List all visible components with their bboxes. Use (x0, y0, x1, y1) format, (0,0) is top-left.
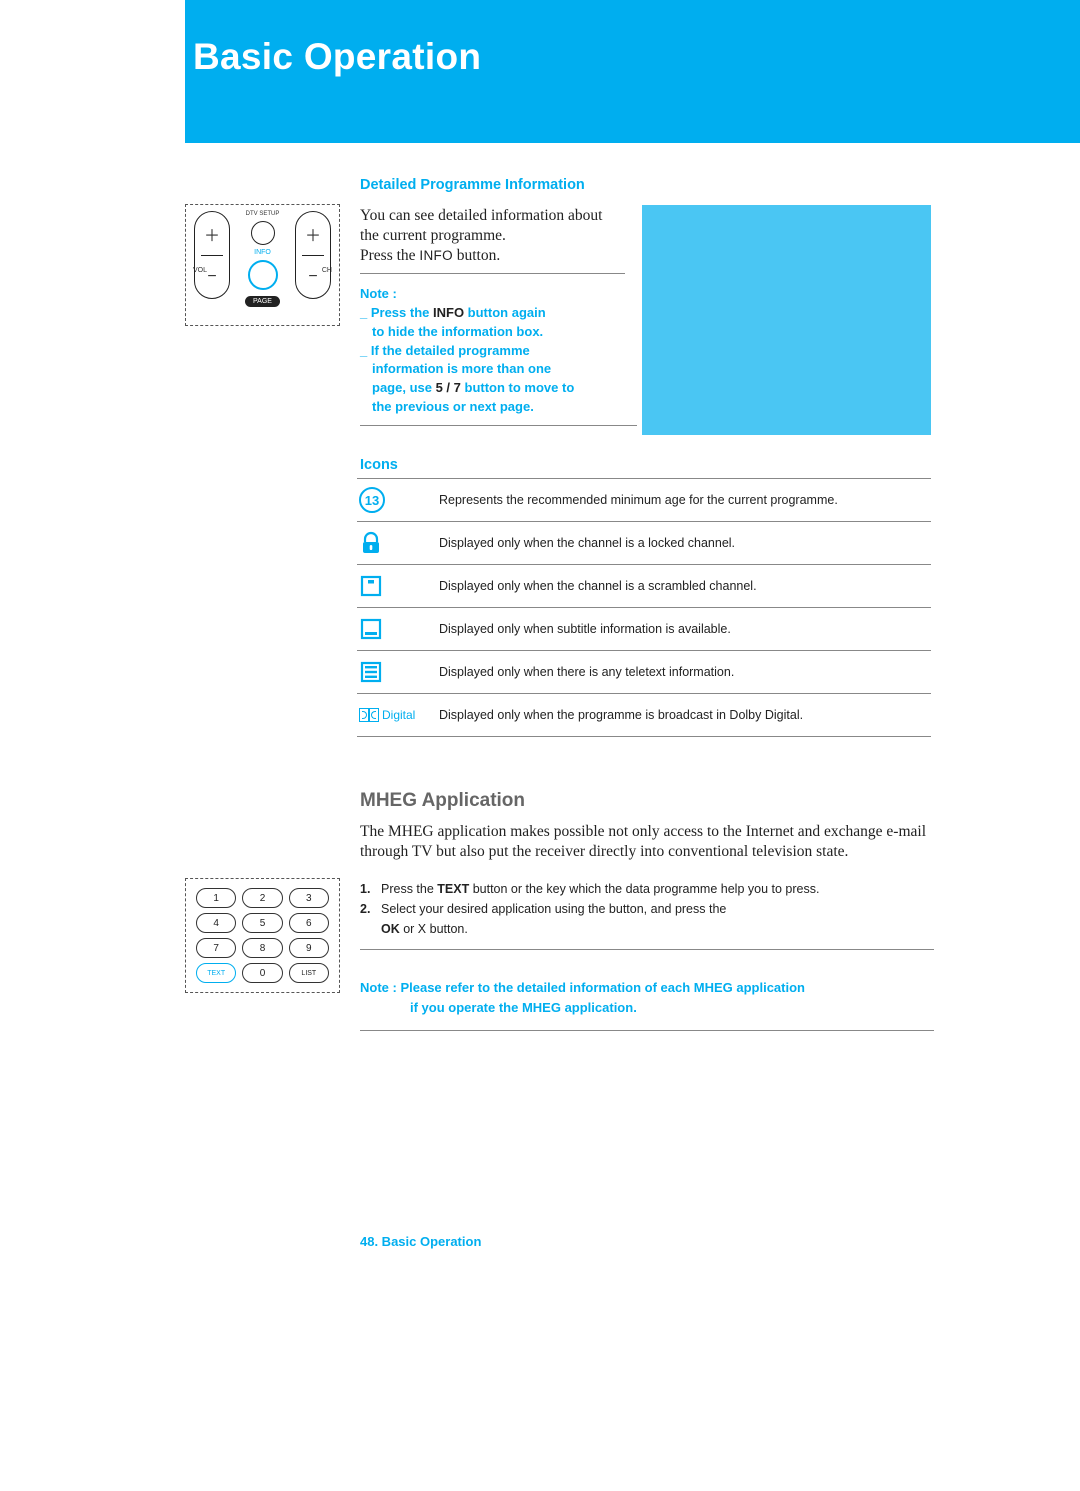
note-l1c: button again (464, 305, 546, 320)
age-rating-icon: 13 (359, 487, 385, 513)
note-l4: information is more than one (372, 361, 551, 376)
icon-row-scramble: Displayed only when the channel is a scr… (357, 565, 931, 608)
icon-desc: Displayed only when the programme is bro… (439, 707, 931, 724)
plus-icon: ＋ (195, 212, 229, 255)
key-5: 5 (242, 913, 282, 933)
key-list: LIST (289, 963, 329, 983)
remote-diagram-top: VOL CH ＋ − DTV SETUP INFO PAGE ＋ − (185, 204, 340, 326)
step2c: or X button. (400, 922, 468, 936)
key-8: 8 (242, 938, 282, 958)
dolby-digital-icon: Digital (359, 708, 415, 722)
note-block: Note : _ Press the INFO button again to … (360, 285, 637, 426)
note-l6: the previous or next page. (372, 399, 534, 414)
mheg-heading: MHEG Application (360, 790, 525, 812)
step2a: Select your desired application using th… (381, 902, 726, 916)
note-l5c: / (443, 380, 454, 395)
note-l5a: page, use (372, 380, 436, 395)
step1a: Press the (381, 882, 437, 896)
step2b: OK (381, 922, 400, 936)
subtitle-icon (359, 617, 383, 641)
volume-rocker: ＋ − (194, 211, 230, 299)
plus-icon: ＋ (296, 212, 330, 255)
note-l5e: button to move to (461, 380, 574, 395)
step1-num: 1. (360, 879, 376, 899)
dpi-body-text: You can see detailed information about t… (360, 206, 625, 274)
info-button-icon (248, 260, 278, 290)
step2-num: 2. (360, 899, 376, 939)
remote-diagram-keypad: 1 2 3 4 5 6 7 8 9 TEXT 0 LIST (185, 878, 340, 993)
mheg-steps: 1. Press the TEXT button or the key whic… (360, 879, 934, 950)
icon-row-teletext: Displayed only when there is any teletex… (357, 651, 931, 694)
page-title: Basic Operation (193, 36, 1080, 78)
mheg-note-label: Note : (360, 980, 400, 995)
icon-row-age: 13 Represents the recommended minimum ag… (357, 479, 931, 522)
key-2: 2 (242, 888, 282, 908)
scramble-icon (359, 574, 383, 598)
note-l5d: 7 (454, 380, 461, 395)
note-l5b: 5 (436, 380, 443, 395)
key-9: 9 (289, 938, 329, 958)
page-button-icon: PAGE (245, 296, 280, 307)
dpi-line1: You can see detailed information about t… (360, 207, 603, 244)
mheg-note-l2: if you operate the MHEG application. (410, 998, 934, 1018)
key-6: 6 (289, 913, 329, 933)
lock-icon (359, 531, 383, 555)
icon-row-lock: Displayed only when the channel is a loc… (357, 522, 931, 565)
channel-rocker: ＋ − (295, 211, 331, 299)
note-label: Note : (360, 286, 397, 301)
icon-row-dolby: Digital Displayed only when the programm… (357, 694, 931, 737)
icon-row-subtitle: Displayed only when subtitle information… (357, 608, 931, 651)
icon-desc: Displayed only when the channel is a loc… (439, 535, 931, 552)
mheg-note: Note : Please refer to the detailed info… (360, 978, 934, 1031)
mheg-intro: The MHEG application makes possible not … (360, 822, 930, 863)
key-3: 3 (289, 888, 329, 908)
note-l1b: INFO (433, 305, 464, 320)
teletext-icon (359, 660, 383, 684)
note-l2: to hide the information box. (372, 324, 543, 339)
dpi-line2a: Press the (360, 247, 419, 264)
info-screenshot-placeholder (642, 205, 931, 435)
dpi-info-word: INFO (419, 248, 452, 263)
dolby-text: Digital (382, 708, 415, 722)
note-l1a: _ Press the (360, 305, 433, 320)
icon-desc: Represents the recommended minimum age f… (439, 492, 931, 509)
key-4: 4 (196, 913, 236, 933)
info-label: INFO (254, 249, 271, 256)
icon-desc: Displayed only when subtitle information… (439, 621, 931, 638)
header-banner: Basic Operation (185, 0, 1080, 143)
key-1: 1 (196, 888, 236, 908)
key-text: TEXT (196, 963, 236, 983)
key-0: 0 (242, 963, 282, 983)
dtv-setup-label: DTV SETUP (246, 211, 280, 217)
dpi-heading: Detailed Programme Information (360, 177, 585, 193)
page-footer: 48. Basic Operation (360, 1234, 481, 1249)
icon-desc: Displayed only when the channel is a scr… (439, 578, 931, 595)
icons-heading: Icons (360, 457, 398, 473)
icons-table: 13 Represents the recommended minimum ag… (357, 478, 931, 737)
minus-icon: − (195, 255, 229, 298)
key-7: 7 (196, 938, 236, 958)
step1c: button or the key which the data program… (469, 882, 819, 896)
dpi-line2c: button. (453, 247, 500, 264)
dtv-setup-button-icon (251, 221, 275, 245)
note-l3: _ If the detailed programme (360, 343, 530, 358)
mheg-note-l1: Please refer to the detailed information… (400, 980, 805, 995)
minus-icon: − (296, 255, 330, 298)
step1b: TEXT (437, 882, 469, 896)
icon-desc: Displayed only when there is any teletex… (439, 664, 931, 681)
